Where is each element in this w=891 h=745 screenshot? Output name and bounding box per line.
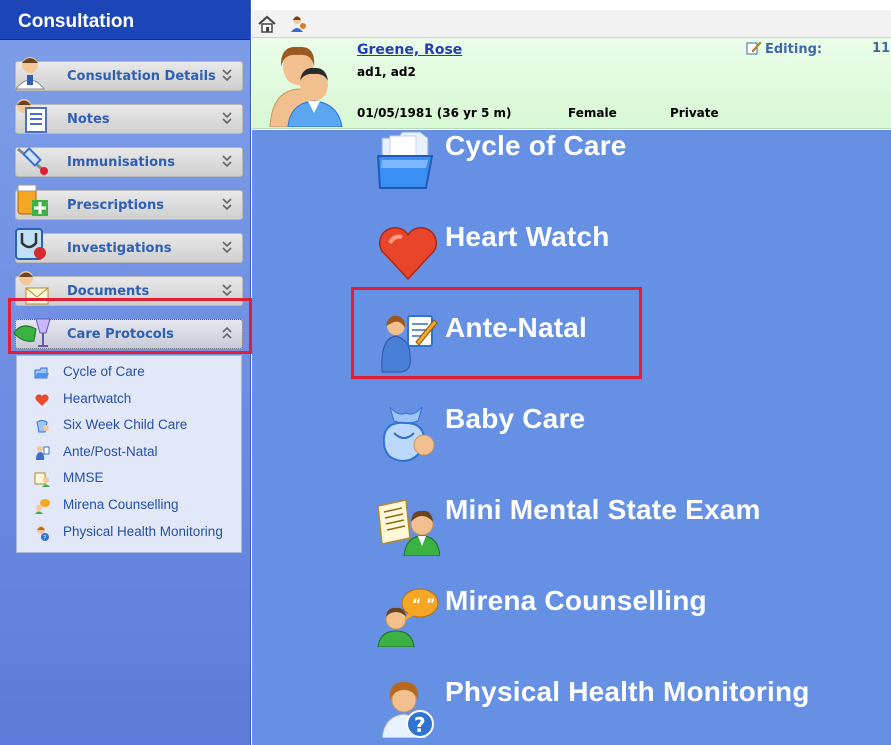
chevron-down-icon (222, 155, 232, 168)
patient-billing-type: Private (670, 106, 719, 120)
nav-label: Documents (67, 284, 150, 299)
protocol-label: Mirena Counselling (445, 585, 707, 616)
chevron-down-icon (222, 112, 232, 125)
care-item-ante-post-natal[interactable]: Ante/Post-Natal (17, 442, 241, 469)
protocol-mini-mental-state-exam[interactable]: Mini Mental State Exam (376, 494, 796, 556)
patient-address: ad1, ad2 (357, 65, 416, 79)
care-item-label: Mirena Counselling (63, 496, 179, 512)
patient-avatar-icon (269, 46, 343, 127)
care-item-label: MMSE (63, 470, 104, 486)
nav-immunisations[interactable]: Immunisations (15, 147, 243, 177)
mother-icon (36, 445, 50, 460)
documents-icon (19, 271, 49, 305)
protocol-label: Heart Watch (445, 221, 610, 252)
nav-care-protocols[interactable]: Care Protocols (13, 318, 243, 349)
care-protocols-icon (13, 318, 51, 347)
editing-status[interactable]: Editing: (746, 41, 822, 57)
patient-icon[interactable] (289, 14, 309, 34)
protocol-cycle-of-care[interactable]: Cycle of Care (376, 130, 666, 192)
chevron-up-icon (222, 326, 232, 339)
exam-icon (34, 472, 50, 488)
sidebar-title: Consultation (0, 0, 250, 40)
toolbar (252, 10, 891, 38)
care-protocols-panel: Cycle of Care Heart Watch Ante-Natal Bab… (252, 130, 891, 745)
care-item-mmse[interactable]: MMSE (17, 468, 241, 495)
nav-label: Notes (67, 112, 110, 127)
nav-label: Immunisations (67, 155, 175, 170)
mother-icon (381, 315, 438, 373)
care-item-physical-health-monitoring[interactable]: ? Physical Health Monitoring (17, 522, 241, 549)
care-item-label: Six Week Child Care (63, 417, 188, 433)
nav-label: Care Protocols (67, 327, 174, 342)
care-item-mirena-counselling[interactable]: Mirena Counselling (17, 495, 241, 522)
nav-prescriptions[interactable]: Prescriptions (15, 184, 243, 220)
editing-value: 11 (872, 41, 891, 56)
protocol-heart-watch[interactable]: Heart Watch (376, 221, 636, 283)
protocol-physical-health-monitoring[interactable]: ? Physical Health Monitoring (376, 676, 836, 738)
speech-icon (35, 498, 50, 514)
doctor-icon (14, 57, 46, 90)
patient-sex: Female (568, 106, 617, 120)
care-item-six-week-child-care[interactable]: Six Week Child Care (17, 415, 241, 442)
chevron-down-icon (222, 69, 232, 82)
stethoscope-icon (15, 228, 46, 260)
folder-icon (34, 367, 49, 379)
protocol-label: Physical Health Monitoring (445, 676, 810, 707)
protocol-baby-care[interactable]: Baby Care (376, 403, 616, 465)
nav-investigations[interactable]: Investigations (15, 228, 243, 263)
syringe-icon (17, 147, 48, 175)
baby-icon (382, 406, 435, 463)
care-protocols-list: Cycle of Care Heartwatch Six Week Child … (16, 355, 242, 553)
home-icon[interactable] (257, 14, 277, 34)
health-help-icon: ? (37, 525, 49, 541)
editing-label: Editing: (765, 42, 823, 57)
patient-header: Greene, Rose ad1, ad2 01/05/1981 (36 yr … (252, 38, 891, 129)
protocol-mirena-counselling[interactable]: “ ” Mirena Counselling (376, 585, 736, 647)
svg-text:“ ”: “ ” (412, 597, 435, 613)
care-item-label: Cycle of Care (63, 364, 145, 379)
nav-documents[interactable]: Documents (15, 271, 243, 306)
chevron-down-icon (222, 241, 232, 254)
exam-icon (377, 499, 440, 556)
app-window: Consultation Consultation Details Notes (0, 0, 891, 745)
chevron-down-icon (222, 198, 232, 211)
baby-icon (36, 420, 49, 433)
protocol-label: Baby Care (445, 403, 586, 434)
protocol-ante-natal[interactable]: Ante-Natal (376, 312, 616, 374)
sidebar: Consultation Consultation Details Notes (0, 0, 252, 745)
nav-label: Prescriptions (67, 198, 164, 213)
health-help-icon: ? (381, 682, 434, 738)
prescription-icon (17, 184, 48, 216)
nav-notes[interactable]: Notes (15, 99, 243, 134)
protocol-label: Mini Mental State Exam (445, 494, 761, 525)
nav-label: Consultation Details (67, 69, 216, 84)
care-item-label: Physical Health Monitoring (63, 523, 223, 539)
nav-label: Investigations (67, 241, 172, 256)
care-item-cycle-of-care[interactable]: Cycle of Care (17, 362, 241, 389)
folder-icon (376, 131, 434, 189)
speech-icon: “ ” (377, 588, 439, 647)
chevron-down-icon (222, 284, 232, 297)
heart-icon (35, 393, 49, 406)
nav-consultation-details[interactable]: Consultation Details (14, 57, 243, 91)
edit-pencil-icon (746, 41, 762, 55)
patient-dob: 01/05/1981 (36 yr 5 m) (357, 106, 512, 120)
care-item-heartwatch[interactable]: Heartwatch (17, 389, 241, 416)
care-item-label: Ante/Post-Natal (63, 443, 158, 459)
heart-icon (379, 226, 437, 281)
notes-icon (17, 99, 47, 133)
care-item-label: Heartwatch (63, 390, 132, 406)
patient-name-link[interactable]: Greene, Rose (357, 42, 462, 58)
protocol-label: Cycle of Care (445, 130, 627, 161)
svg-text:?: ? (414, 713, 426, 737)
svg-text:?: ? (43, 534, 46, 541)
protocol-label: Ante-Natal (445, 312, 588, 343)
